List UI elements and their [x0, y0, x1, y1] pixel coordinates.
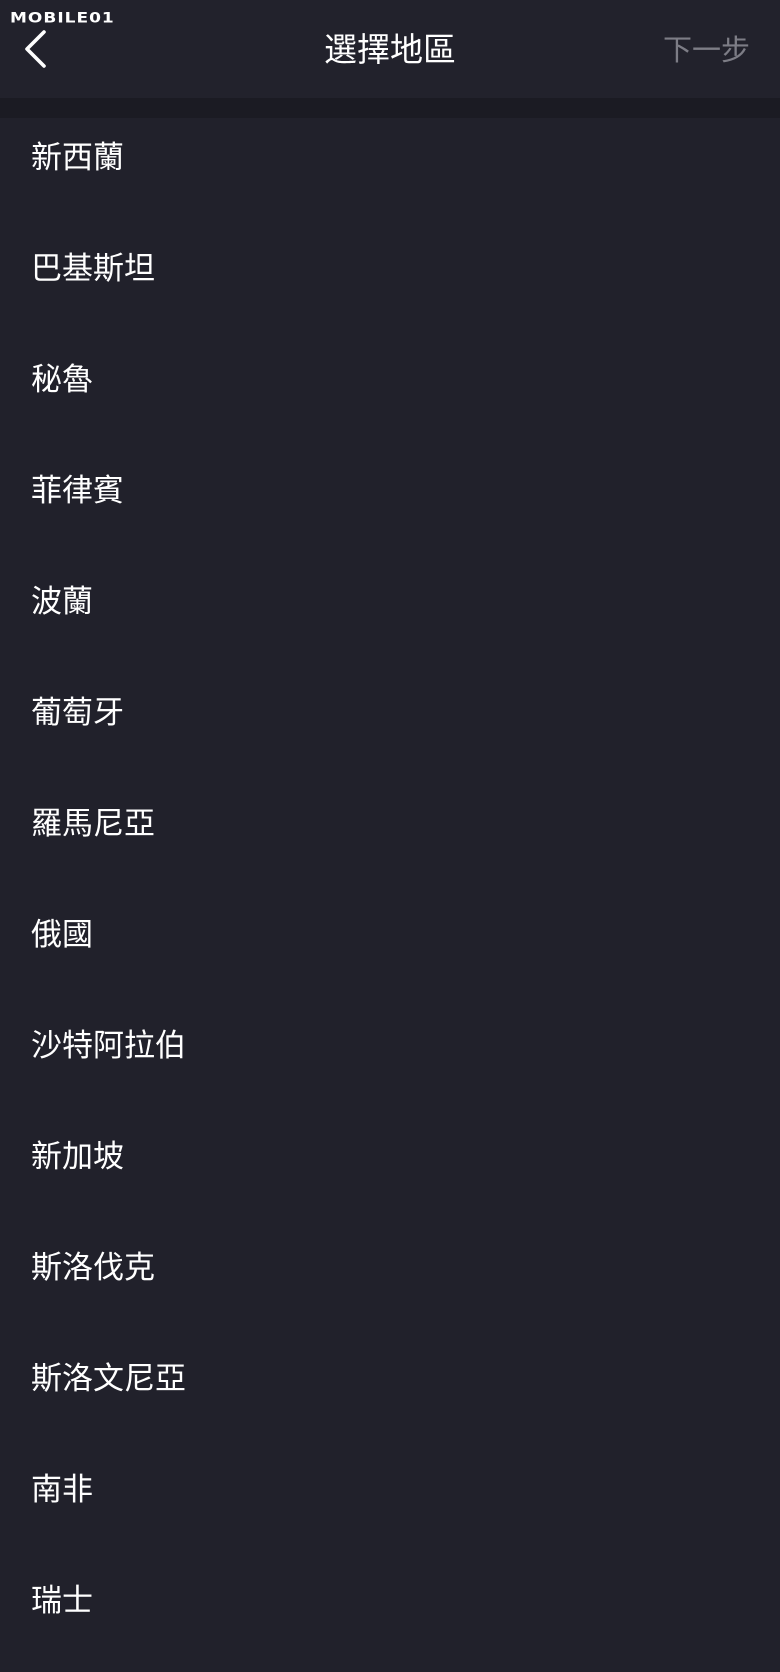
header-separator — [0, 98, 780, 118]
region-list-item[interactable]: 波蘭 — [0, 562, 780, 673]
region-list-item[interactable]: 巴基斯坦 — [0, 229, 780, 340]
next-step-button[interactable]: 下一步 — [663, 30, 750, 70]
region-list-item[interactable]: 沙特阿拉伯 — [0, 1006, 780, 1117]
mobile01-watermark: MOBILE01 — [10, 6, 115, 30]
region-list-item[interactable]: 菲律賓 — [0, 451, 780, 562]
region-label: 南非 — [31, 1472, 93, 1508]
region-list-item[interactable]: 秘魯 — [0, 340, 780, 451]
region-label: 羅馬尼亞 — [31, 806, 155, 842]
region-list-item[interactable]: 葡萄牙 — [0, 673, 780, 784]
region-label: 菲律賓 — [31, 473, 124, 509]
region-label: 俄國 — [31, 917, 93, 953]
region-label: 沙特阿拉伯 — [31, 1028, 186, 1064]
top-navigation-bar: 選擇地區 下一步 — [0, 0, 780, 98]
region-label: 巴基斯坦 — [31, 251, 155, 287]
region-list-item[interactable]: 羅馬尼亞 — [0, 784, 780, 895]
region-list-item[interactable]: 瑞士 — [0, 1561, 780, 1672]
region-label: 秘魯 — [31, 362, 93, 398]
region-list-item[interactable]: 俄國 — [0, 895, 780, 1006]
region-list-item[interactable]: 斯洛伐克 — [0, 1228, 780, 1339]
region-label: 波蘭 — [31, 584, 93, 620]
region-list-item[interactable]: 斯洛文尼亞 — [0, 1339, 780, 1450]
region-list-item[interactable]: 新西蘭 — [0, 118, 780, 229]
watermark-text: MOBILE01 — [10, 9, 115, 27]
region-label: 斯洛伐克 — [31, 1250, 155, 1286]
region-label: 瑞士 — [31, 1583, 93, 1619]
region-list: 新西蘭 巴基斯坦 秘魯 菲律賓 波蘭 葡萄牙 羅馬尼亞 俄國 沙特阿拉伯 新加坡… — [0, 118, 780, 1672]
region-label: 葡萄牙 — [31, 695, 124, 731]
region-label: 新西蘭 — [31, 140, 124, 176]
region-label: 斯洛文尼亞 — [31, 1361, 186, 1397]
region-list-item[interactable]: 南非 — [0, 1450, 780, 1561]
region-label: 新加坡 — [31, 1139, 124, 1175]
region-list-item[interactable]: 新加坡 — [0, 1117, 780, 1228]
